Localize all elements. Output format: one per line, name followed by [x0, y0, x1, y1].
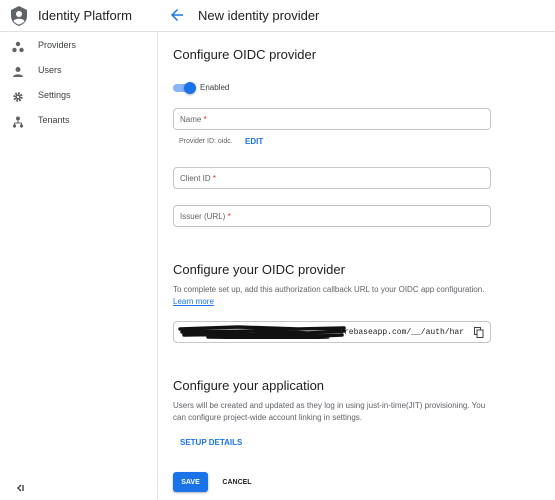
collapse-sidebar-icon[interactable]	[14, 482, 26, 494]
oidc-description: To complete set up, add this authorizati…	[173, 285, 485, 306]
section-heading-configure-oidc-provider: Configure your OIDC provider	[173, 262, 345, 277]
app-title: Identity Platform	[38, 8, 132, 23]
providers-icon	[12, 41, 24, 53]
enabled-toggle[interactable]	[173, 82, 196, 94]
redaction-scribble	[178, 325, 346, 339]
save-button[interactable]: SAVE	[173, 472, 208, 492]
name-field[interactable]: Name *	[173, 108, 491, 130]
section-heading-configure-oidc: Configure OIDC provider	[173, 47, 317, 62]
enabled-label: Enabled	[200, 83, 230, 92]
sidebar-item-users[interactable]: Users	[0, 61, 157, 85]
client-id-input[interactable]	[174, 168, 490, 188]
edit-provider-id-link[interactable]: EDIT	[245, 137, 263, 146]
gear-icon	[13, 92, 23, 102]
sidebar-item-label: Tenants	[38, 115, 70, 125]
sidebar-item-label: Settings	[38, 90, 71, 100]
application-description: Users will be created and updated as the…	[173, 401, 486, 422]
issuer-url-field[interactable]: Issuer (URL) *	[173, 205, 491, 227]
back-arrow-icon[interactable]	[168, 6, 186, 24]
section-heading-configure-application: Configure your application	[173, 378, 325, 393]
sidebar-item-settings[interactable]: Settings	[0, 86, 157, 110]
learn-more-link[interactable]: Learn more	[173, 297, 214, 306]
identity-platform-logo-icon	[11, 6, 27, 26]
callback-url-field[interactable]: irebaseapp.com/__/auth/har	[173, 321, 491, 343]
person-icon	[13, 67, 23, 77]
client-id-field[interactable]: Client ID *	[173, 167, 491, 189]
top-bar: Identity Platform New identity provider	[0, 0, 555, 32]
issuer-url-input[interactable]	[174, 206, 490, 226]
setup-details-button[interactable]: SETUP DETAILS	[180, 438, 242, 447]
sidebar-item-label: Users	[38, 65, 62, 75]
sidebar-item-label: Providers	[38, 40, 77, 50]
copy-icon[interactable]	[474, 327, 484, 338]
provider-id-hint: Provider ID: oidc.	[179, 138, 233, 145]
cancel-button[interactable]: CANCEL	[216, 472, 258, 492]
page-title: New identity provider	[198, 8, 320, 23]
callback-url-text: irebaseapp.com/__/auth/har	[339, 328, 464, 337]
sidebar-item-providers[interactable]: Providers	[0, 36, 157, 60]
sidebar: Providers Users Settings Tenants	[0, 32, 158, 500]
sidebar-item-tenants[interactable]: Tenants	[0, 111, 157, 135]
tenants-icon	[12, 116, 24, 128]
name-input[interactable]	[174, 109, 490, 129]
